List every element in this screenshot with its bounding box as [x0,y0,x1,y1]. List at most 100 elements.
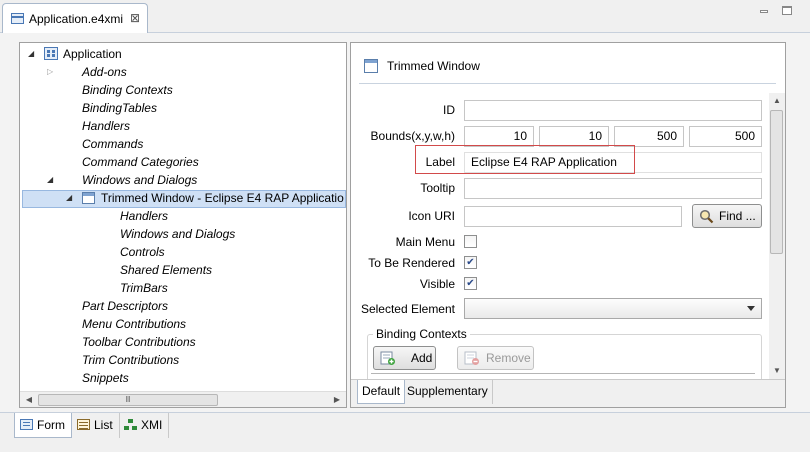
tree-item-label: Toolbar Contributions [82,335,196,349]
scrollbar-thumb[interactable]: Ⅲ [38,394,218,406]
tooltip-label: Tooltip [420,181,455,195]
tooltip-field[interactable] [464,178,762,199]
tree-item-command-categories[interactable]: Command Categories [82,153,199,171]
detail-title: Trimmed Window [387,59,480,73]
window-icon [82,192,95,204]
remove-icon [464,351,479,365]
to-be-rendered-checkbox[interactable]: ✔ [464,256,477,269]
id-field[interactable] [464,100,762,121]
tree-item-binding-tables[interactable]: BindingTables [82,99,157,117]
tree-item-label: BindingTables [82,101,157,115]
tree-item-label: Windows and Dialogs [120,227,236,241]
tab-form[interactable]: Form [14,413,72,438]
tree-item-label: Add-ons [82,65,127,79]
tree-item-label: Shared Elements [120,263,213,277]
main-menu-checkbox[interactable] [464,235,477,248]
remove-button-label: Remove [486,351,531,365]
tree-item-part-descriptors[interactable]: Part Descriptors [82,297,168,315]
form-icon [20,419,33,430]
close-icon[interactable]: ⊠ [130,11,140,25]
tree-item-commands[interactable]: Commands [82,135,143,153]
bounds-h-field[interactable]: 500 [689,126,762,147]
tree-item-menu-contributions[interactable]: Menu Contributions [82,315,186,333]
tree-item-label: Snippets [82,371,129,385]
expand-arrow-icon[interactable]: ◢ [66,189,76,207]
tree-item-controls[interactable]: Controls [120,243,165,261]
detail-form: Trimmed Window ID Bounds(x,y,w,h) 10 10 … [350,42,786,408]
selected-element-dropdown[interactable] [464,298,762,319]
tree-item-window-windows-and-dialogs[interactable]: Windows and Dialogs [120,225,235,243]
scrollbar-thumb[interactable] [770,110,783,254]
editor-tab-strip: Application.e4xmi ⊠ [0,0,810,33]
expand-arrow-icon[interactable]: ◢ [47,171,57,189]
find-button[interactable]: Find ... [692,204,762,228]
scroll-left-icon[interactable]: ◀ [21,392,37,407]
scroll-right-icon[interactable]: ▶ [329,392,345,407]
tree-item-toolbar-contributions[interactable]: Toolbar Contributions [82,333,196,351]
tree-item-label: Application [63,47,122,61]
tree-item-binding-contexts[interactable]: Binding Contexts [82,81,173,99]
icon-uri-label: Icon URI [408,209,455,223]
tab-list-label: List [94,418,113,432]
editor-tab-application[interactable]: Application.e4xmi ⊠ [2,3,148,33]
icon-uri-field[interactable] [464,206,682,227]
tree-item-window-handlers[interactable]: Handlers [120,207,168,225]
tree-item-label: Binding Contexts [82,83,173,97]
find-button-label: Find ... [719,209,756,223]
right-gutter [786,42,810,408]
window-icon [364,59,378,73]
maximize-icon[interactable] [782,6,792,15]
tree-item-trimbars[interactable]: TrimBars [120,279,168,297]
tree-horizontal-scrollbar[interactable]: ◀ Ⅲ ▶ [20,391,346,407]
tree-item-label: Part Descriptors [82,299,169,313]
model-tree[interactable]: ◢ Application ▷ Add-ons Binding Contexts… [19,42,347,408]
bounds-label: Bounds(x,y,w,h) [370,129,455,143]
scroll-down-icon[interactable]: ▼ [769,363,785,379]
editor-page-tabs: Form List XMI [0,412,810,452]
bounds-x-field[interactable]: 10 [464,126,534,147]
tree-item-label: Command Categories [82,155,199,169]
highlight-annotation [415,145,635,174]
detail-tabs: Default Supplementary [351,379,785,407]
add-button-label: Add [411,351,433,365]
tree-item-label: Menu Contributions [82,317,187,331]
editor-tab-title: Application.e4xmi [29,12,124,26]
expand-arrow-icon[interactable]: ◢ [28,45,38,63]
bounds-w-field[interactable]: 500 [614,126,684,147]
tree-item-label: Controls [120,245,165,259]
tab-list[interactable]: List [72,413,120,438]
tree-item-label: Trim Contributions [82,353,180,367]
tab-default[interactable]: Default [357,380,406,404]
tab-form-label: Form [37,418,65,432]
tree-item-label: Handlers [120,209,169,223]
tree-item-shared-elements[interactable]: Shared Elements [120,261,212,279]
bounds-y-field[interactable]: 10 [539,126,609,147]
remove-button[interactable]: Remove [457,346,534,370]
minimize-icon[interactable] [760,10,768,13]
tree-item-handlers[interactable]: Handlers [82,117,130,135]
chevron-down-icon [747,306,755,311]
tree-item-trim-contributions[interactable]: Trim Contributions [82,351,179,369]
tab-xmi[interactable]: XMI [119,413,170,438]
tree-item-snippets[interactable]: Snippets [82,369,129,387]
tree-item-label: Handlers [82,119,131,133]
collapsed-arrow-icon[interactable]: ▷ [47,63,57,81]
tab-xmi-label: XMI [141,418,163,432]
detail-vertical-scrollbar[interactable]: ▲ ▼ [769,93,785,379]
title-separator [359,83,776,84]
to-be-rendered-label: To Be Rendered [368,256,455,270]
add-icon [380,351,395,365]
add-button[interactable]: Add [373,346,436,370]
magnifier-icon [699,209,714,224]
id-label: ID [443,103,455,117]
main-menu-label: Main Menu [395,235,455,249]
binding-contexts-legend: Binding Contexts [373,327,470,341]
scroll-up-icon[interactable]: ▲ [769,93,785,109]
tab-supplementary[interactable]: Supplementary [403,380,493,404]
visible-checkbox[interactable]: ✔ [464,277,477,290]
tree-item-label: Trimmed Window - Eclipse E4 RAP Applicat… [101,191,344,205]
tree-item-label: Commands [82,137,144,151]
selected-element-label: Selected Element [360,302,455,316]
application-model-icon [11,13,24,24]
tree-item-label: TrimBars [120,281,168,295]
